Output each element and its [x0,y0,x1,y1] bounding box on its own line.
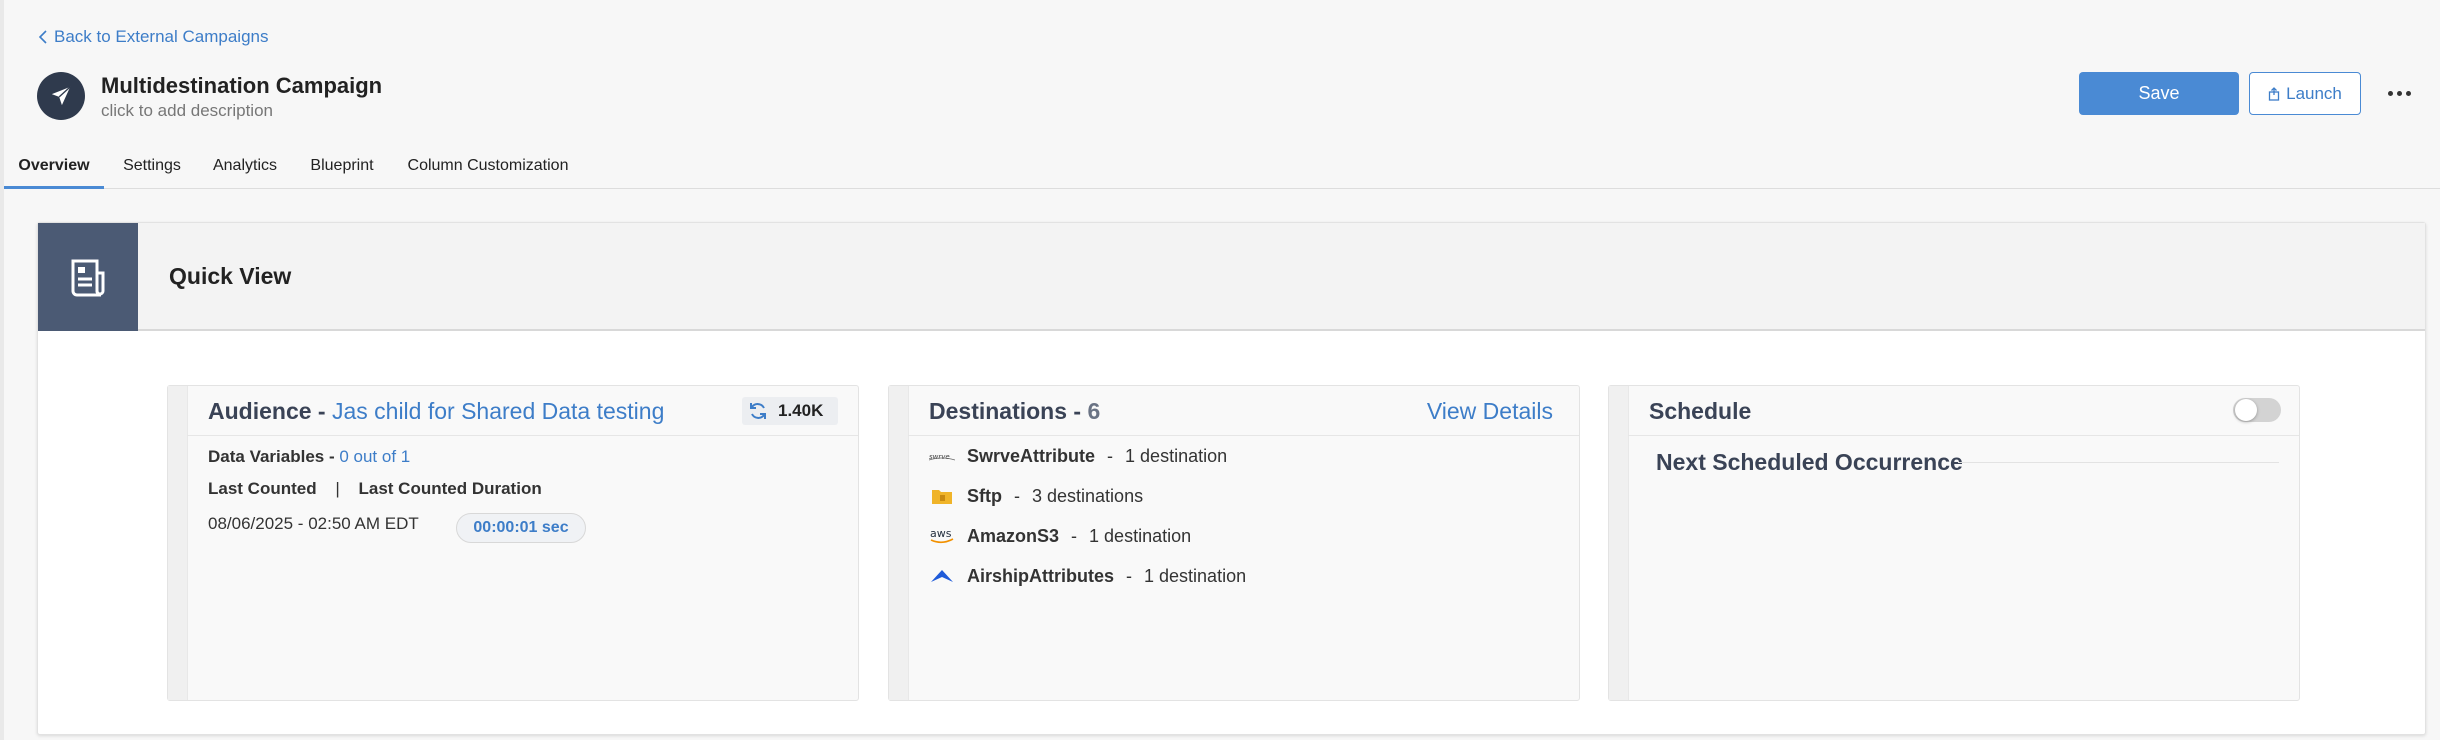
schedule-title: Schedule [1649,398,1752,424]
schedule-card-header: Schedule [1628,386,2299,436]
svg-text:aws: aws [930,527,952,540]
destinations-card-header: Destinations - 6 View Details [908,386,1579,436]
more-dot-icon [2396,90,2402,96]
destination-count: 3 destinations [1032,485,1144,506]
divider: | [335,479,340,498]
destination-item-airshipattributes[interactable]: AirshipAttributes - 1 destination [929,561,1246,591]
folder-icon [929,486,955,506]
destinations-count: 6 [1087,398,1101,424]
destination-name: AirshipAttributes [967,565,1115,586]
last-counted-label: Last Counted [208,479,317,498]
destinations-card: Destinations - 6 View Details swrve Swrv… [888,385,1580,701]
audience-card-header: Audience - Jas child for Shared Data tes… [187,386,858,436]
campaign-description[interactable]: click to add description [101,101,273,121]
more-options-button[interactable] [2384,80,2414,106]
schedule-card: Schedule Next Scheduled Occurrence [1608,385,2300,701]
destination-separator: - [1126,565,1133,586]
more-dot-icon [2387,90,2393,96]
destination-item-swrveattribute[interactable]: swrve SwrveAttribute - 1 destination [929,441,1227,471]
tab-bar: Overview Settings Analytics Blueprint Co… [4,152,2440,189]
audience-count: 1.40K [778,401,824,420]
paper-plane-icon [51,86,71,106]
destination-name: AmazonS3 [967,525,1060,546]
data-variables-row: Data Variables - 0 out of 1 [208,447,410,467]
svg-text:swrve: swrve [929,453,950,461]
tab-blueprint[interactable]: Blueprint [302,152,382,189]
audience-card-body: Data Variables - 0 out of 1 Last Counted… [187,436,858,700]
destination-separator: - [1107,445,1114,466]
campaign-icon [37,72,85,120]
audience-name-link[interactable]: Jas child for Shared Data testing [332,398,664,424]
destination-name: SwrveAttribute [967,445,1096,466]
destination-separator: - [1014,485,1020,506]
audience-title: Audience - Jas child for Shared Data tes… [208,398,664,425]
destinations-title: Destinations - 6 [929,398,1100,425]
tab-overview[interactable]: Overview [4,152,104,189]
duration-badge: 00:00:01 sec [456,513,586,543]
back-link-label: Back to External Campaigns [54,27,269,46]
quick-view-header: Quick View [38,223,2425,331]
schedule-toggle[interactable] [2233,398,2281,422]
data-variables-label: Data Variables - [208,447,340,466]
audience-prefix: Audience - [208,398,332,424]
aws-icon: aws [929,526,955,546]
destination-count: 1 destination [1144,565,1247,586]
destination-item-sftp[interactable]: Sftp - 3 destinations [929,481,1143,511]
tab-settings[interactable]: Settings [116,152,188,189]
view-details-link[interactable]: View Details [1427,398,1553,425]
audience-count-badge[interactable]: 1.40K [742,397,838,425]
save-button[interactable]: Save [2079,72,2239,115]
destinations-card-body: swrve SwrveAttribute - 1 destination Sft… [908,436,1579,700]
left-edge [0,0,4,740]
launch-icon [2268,86,2280,101]
last-counted-header: Last Counted | Last Counted Duration [208,479,542,499]
data-variables-link[interactable]: 0 out of 1 [339,447,410,466]
last-counted-duration-label: Last Counted Duration [358,479,542,498]
airship-icon [929,566,955,586]
schedule-card-body: Next Scheduled Occurrence [1628,436,2299,700]
campaign-title[interactable]: Multidestination Campaign [101,73,382,99]
quick-view-title: Quick View [169,263,292,289]
destination-separator: - [1071,525,1078,546]
launch-button[interactable]: Launch [2249,72,2361,115]
destinations-prefix: Destinations - [929,398,1088,424]
destination-item-amazons3[interactable]: aws AmazonS3 - 1 destination [929,521,1191,551]
tab-column-customization[interactable]: Column Customization [400,152,576,189]
chevron-left-icon [38,30,47,44]
divider-line [1958,462,2279,463]
refresh-icon [750,403,766,419]
more-dot-icon [2405,90,2411,96]
launch-label: Launch [2286,83,2342,103]
last-counted-value: 08/06/2025 - 02:50 AM EDT [208,514,419,533]
quick-view-panel: Quick View Audience - Jas child for Shar… [37,222,2426,735]
document-icon [38,223,138,331]
destination-count: 1 destination [1089,525,1192,546]
tab-analytics[interactable]: Analytics [206,152,284,189]
toggle-knob [2235,399,2257,421]
destination-name: Sftp [967,485,1002,506]
next-scheduled-occurrence-label: Next Scheduled Occurrence [1656,449,1963,475]
swrve-icon: swrve [929,446,955,466]
back-link[interactable]: Back to External Campaigns [38,27,269,47]
audience-card: Audience - Jas child for Shared Data tes… [167,385,859,701]
destination-count: 1 destination [1125,445,1228,466]
